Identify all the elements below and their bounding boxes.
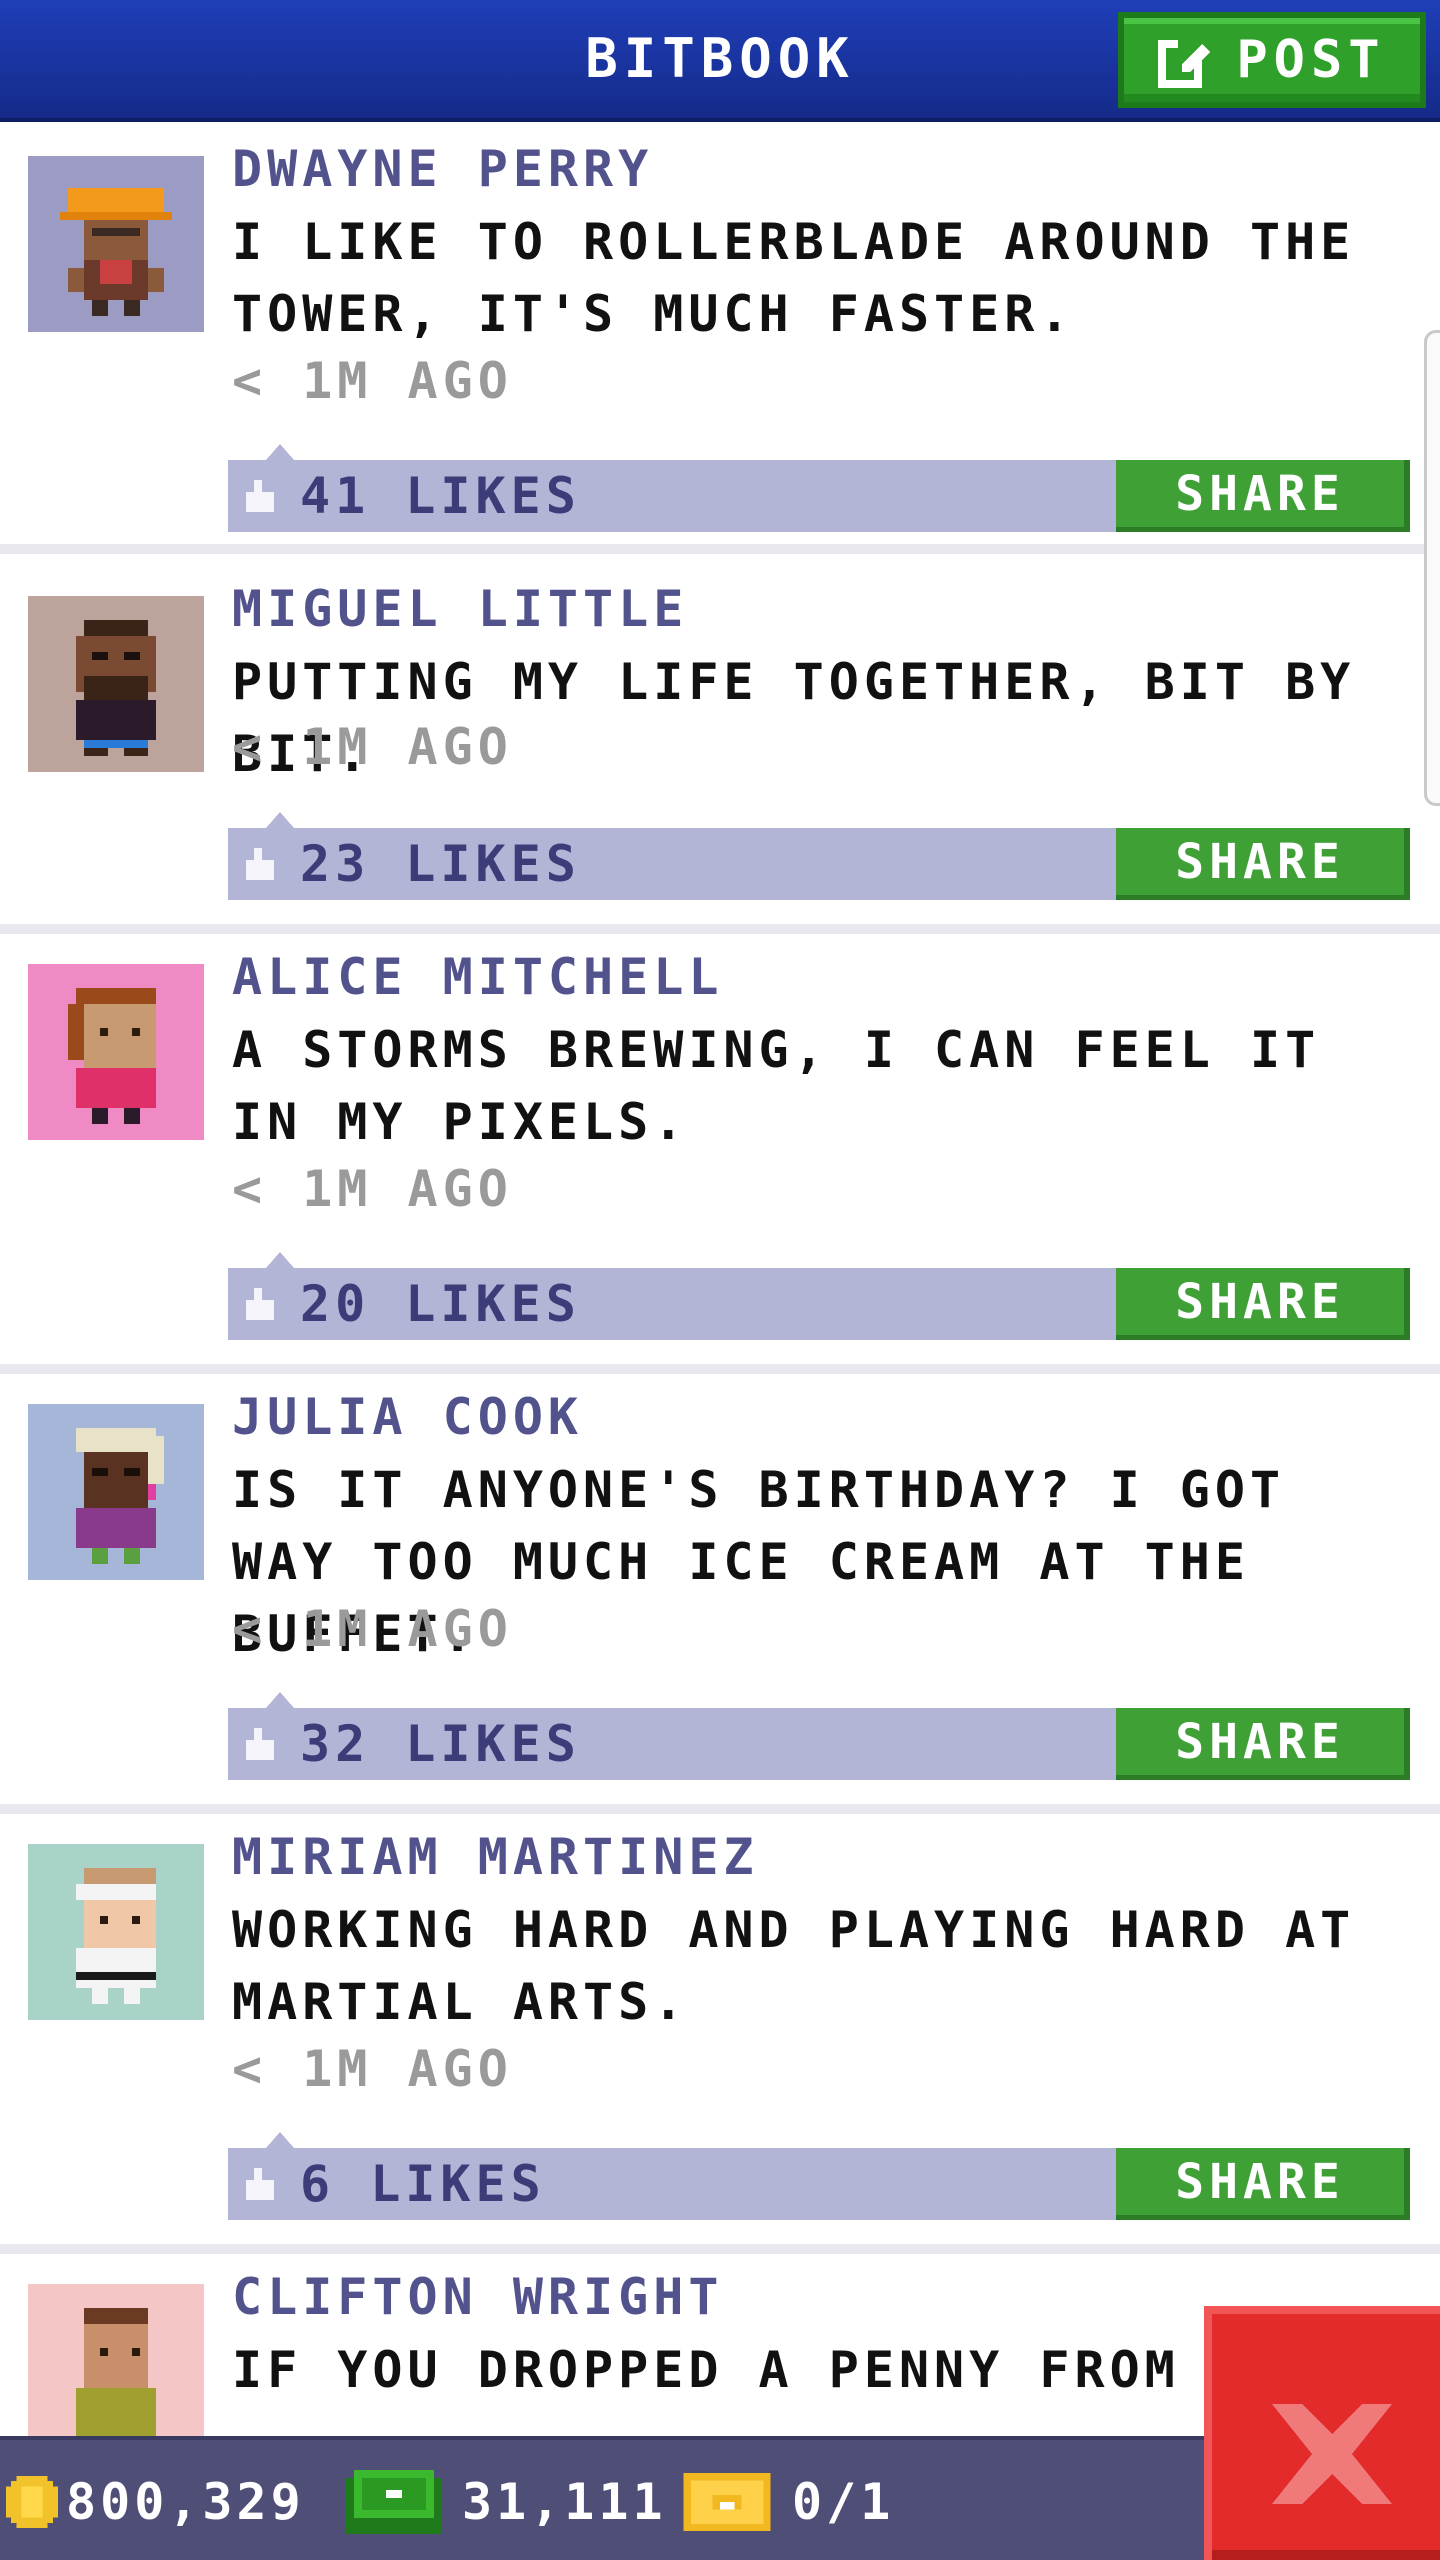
- like-bar: 32 LIKES SHARE: [228, 1692, 1410, 1780]
- post-button[interactable]: POST: [1118, 12, 1426, 108]
- post-text: A STORMS BREWING, I CAN FEEL IT IN MY PI…: [232, 1021, 1321, 1151]
- like-count: 20 LIKES: [300, 1275, 581, 1333]
- share-button[interactable]: SHARE: [1116, 2148, 1410, 2220]
- like-bar: 20 LIKES SHARE: [228, 1252, 1410, 1340]
- scroll-indicator[interactable]: [1424, 330, 1440, 806]
- avatar[interactable]: [28, 964, 204, 1140]
- thumbs-up-icon[interactable]: [242, 848, 278, 880]
- post-author-name: DWAYNE PERRY: [232, 140, 654, 198]
- avatar[interactable]: [28, 156, 204, 332]
- bux-stat: 31,111: [346, 2440, 667, 2560]
- avatar[interactable]: [28, 2284, 204, 2460]
- post-text: I LIKE TO ROLLERBLADE AROUND THE TOWER, …: [232, 213, 1356, 343]
- like-bar: 6 LIKES SHARE: [228, 2132, 1410, 2220]
- bux-cash-icon: [346, 2470, 442, 2534]
- avatar[interactable]: [28, 1404, 204, 1580]
- post-timestamp: < 1M AGO: [232, 1600, 513, 1658]
- post-timestamp: < 1M AGO: [232, 2040, 513, 2098]
- post-author-name: MIRIAM MARTINEZ: [232, 1828, 759, 1886]
- app-header: BITBOOK POST: [0, 0, 1440, 122]
- like-bar: 23 LIKES SHARE: [228, 812, 1410, 900]
- share-button[interactable]: SHARE: [1116, 460, 1410, 532]
- ticket-icon: [683, 2473, 771, 2531]
- avatar[interactable]: [28, 596, 204, 772]
- post-item: DWAYNE PERRY I LIKE TO ROLLERBLADE AROUN…: [0, 126, 1440, 554]
- coin-icon: [6, 2476, 58, 2528]
- thumbs-up-icon[interactable]: [242, 1288, 278, 1320]
- thumbs-up-icon[interactable]: [242, 2168, 278, 2200]
- post-author-name: ALICE MITCHELL: [232, 948, 724, 1006]
- post-button-label: POST: [1236, 30, 1386, 90]
- like-bar: 41 LIKES SHARE: [228, 444, 1410, 532]
- thumbs-up-icon[interactable]: [242, 480, 278, 512]
- tickets-value: 0/1: [792, 2473, 895, 2531]
- post-text: IF YOU DROPPED A PENNY FROM: [232, 2341, 1180, 2399]
- share-button[interactable]: SHARE: [1116, 828, 1410, 900]
- like-count: 23 LIKES: [300, 835, 581, 893]
- compose-icon: [1158, 36, 1211, 88]
- post-item: JULIA COOK IS IT ANYONE'S BIRTHDAY? I GO…: [0, 1374, 1440, 1814]
- post-timestamp: < 1M AGO: [232, 352, 513, 410]
- post-timestamp: < 1M AGO: [232, 718, 513, 776]
- post-item: MIGUEL LITTLE PUTTING MY LIFE TOGETHER, …: [0, 566, 1440, 934]
- coins-stat: 800,329: [6, 2440, 305, 2560]
- post-author-name: MIGUEL LITTLE: [232, 580, 689, 638]
- post-author-name: CLIFTON WRIGHT: [232, 2268, 724, 2326]
- bux-value: 31,111: [462, 2473, 667, 2531]
- post-text: WORKING HARD AND PLAYING HARD AT MARTIAL…: [232, 1901, 1356, 2031]
- post-author-name: JULIA COOK: [232, 1388, 584, 1446]
- like-count: 32 LIKES: [300, 1715, 581, 1773]
- share-button[interactable]: SHARE: [1116, 1268, 1410, 1340]
- thumbs-up-icon[interactable]: [242, 1728, 278, 1760]
- post-item: ALICE MITCHELL A STORMS BREWING, I CAN F…: [0, 934, 1440, 1374]
- post-timestamp: < 1M AGO: [232, 1160, 513, 1218]
- avatar[interactable]: [28, 1844, 204, 2020]
- close-icon: [1272, 2404, 1392, 2504]
- post-item: MIRIAM MARTINEZ WORKING HARD AND PLAYING…: [0, 1814, 1440, 2254]
- coins-value: 800,329: [66, 2473, 305, 2531]
- like-count: 41 LIKES: [300, 467, 581, 525]
- share-button[interactable]: SHARE: [1116, 1708, 1410, 1780]
- like-count: 6 LIKES: [300, 2155, 546, 2213]
- close-button[interactable]: [1204, 2306, 1440, 2560]
- tickets-stat: 0/1: [682, 2440, 894, 2560]
